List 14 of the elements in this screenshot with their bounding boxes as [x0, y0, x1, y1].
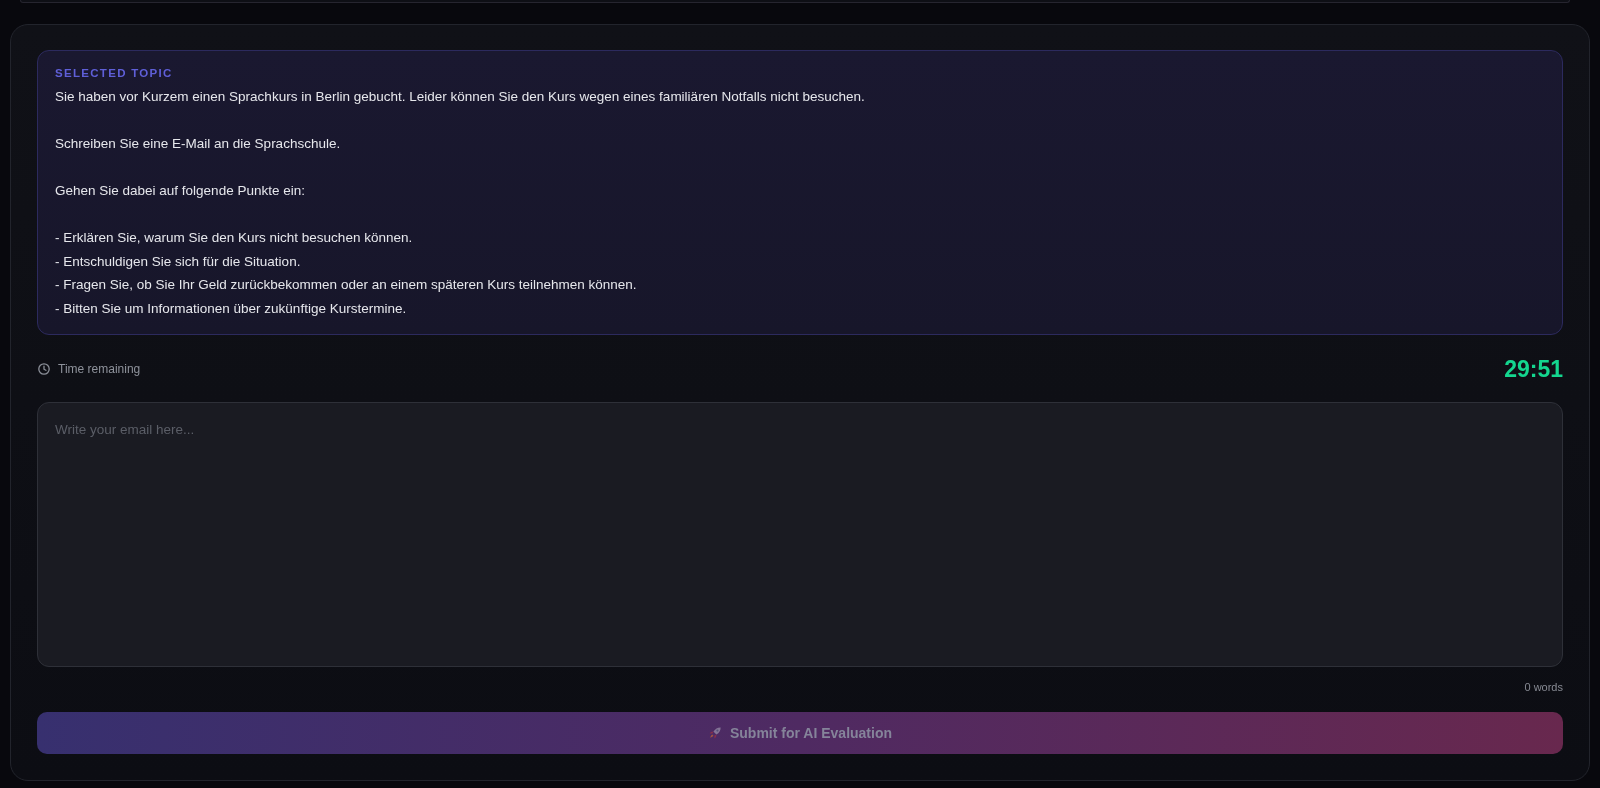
- clock-icon: [38, 363, 50, 375]
- timer-value: 29:51: [1504, 355, 1563, 383]
- topic-paragraph: Gehen Sie dabei auf folgende Punkte ein:: [55, 182, 306, 200]
- word-count: 0 words: [1524, 680, 1563, 694]
- topic-label: SELECTED TOPIC: [55, 66, 174, 80]
- topic-point: - Fragen Sie, ob Sie Ihr Geld zurückbekommen oder an einem späteren Kurs teilnehmen können.: [55, 276, 638, 294]
- topic-point: - Entschuldigen Sie sich für die Situation.: [55, 252, 302, 271]
- timer-label: Time remaining: [58, 362, 141, 376]
- topic-point: - Erklären Sie, warum Sie den Kurs nicht besuchen können.: [55, 229, 414, 247]
- topic-paragraph: Sie haben vor Kurzem einen Sprachkurs in Berlin gebucht. Leider können Sie den Kurs wegen eines familiären Notfalls nicht besuchen.: [55, 88, 866, 106]
- topic-paragraph: Schreiben Sie eine E-Mail an die Sprachschule.: [55, 135, 342, 153]
- email-input-field[interactable]: Write your email here...: [37, 402, 1563, 667]
- topic-point: - Bitten Sie um Informationen über zukünftige Kurstermine.: [55, 299, 408, 318]
- rocket-icon: [707, 726, 722, 740]
